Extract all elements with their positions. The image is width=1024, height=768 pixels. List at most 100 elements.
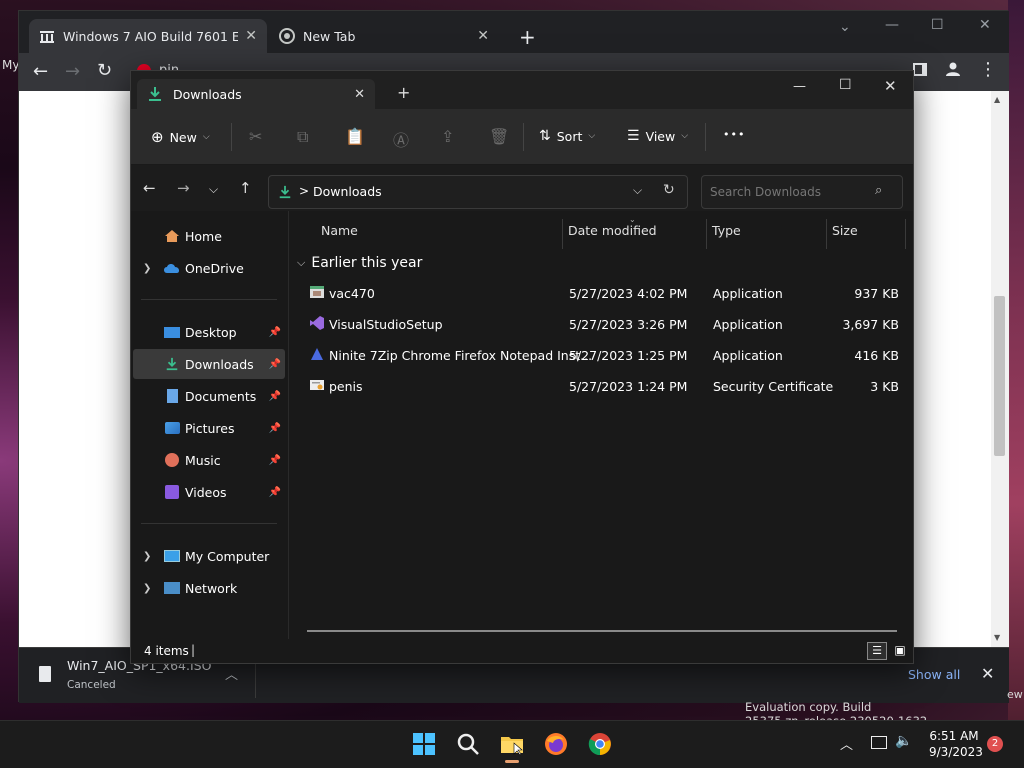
clock[interactable]: 6:51 AM 9/3/2023: [929, 729, 983, 759]
nav-network[interactable]: ❯ Network: [133, 573, 285, 603]
chevron-right-icon[interactable]: ❯: [143, 551, 151, 562]
chrome-tab-windows7[interactable]: Windows 7 AIO Build 7601 Englis ✕: [29, 19, 267, 53]
forward-icon[interactable]: →: [65, 61, 80, 82]
scrollbar-thumb[interactable]: [994, 296, 1005, 456]
search-icon[interactable]: [456, 732, 480, 756]
nav-label: Desktop: [185, 324, 237, 340]
pin-icon[interactable]: 📌: [269, 423, 281, 434]
pin-icon[interactable]: 📌: [269, 391, 281, 402]
nav-onedrive[interactable]: ❯ OneDrive: [133, 253, 285, 283]
nav-documents[interactable]: Documents 📌: [133, 381, 285, 411]
side-panel-icon[interactable]: [913, 63, 927, 76]
chevron-down-icon[interactable]: ⌵: [633, 183, 642, 198]
new-tab-button[interactable]: +: [397, 83, 410, 102]
nav-videos[interactable]: Videos 📌: [133, 477, 285, 507]
divider[interactable]: [905, 219, 906, 249]
column-size[interactable]: Size: [832, 223, 858, 238]
file-date: 5/27/2023 3:26 PM: [569, 317, 688, 332]
file-name: vac470: [329, 286, 375, 301]
chevron-right-icon[interactable]: ❯: [143, 583, 151, 594]
share-icon[interactable]: ⇪: [441, 127, 454, 146]
minimize-icon[interactable]: —: [793, 79, 806, 94]
breadcrumb-downloads[interactable]: Downloads: [313, 184, 382, 199]
notification-badge[interactable]: 2: [987, 736, 1003, 752]
chrome-tab-new[interactable]: New Tab ✕: [269, 19, 499, 53]
column-date-modified[interactable]: Date modified: [568, 223, 657, 238]
more-options-button[interactable]: •••: [723, 128, 745, 141]
new-tab-button[interactable]: +: [519, 25, 536, 49]
close-window-icon[interactable]: ✕: [979, 17, 991, 33]
nav-downloads[interactable]: Downloads 📌: [133, 349, 285, 379]
paste-icon[interactable]: 📋: [345, 127, 365, 146]
details-view-icon[interactable]: ☰: [867, 642, 887, 660]
nav-desktop[interactable]: Desktop 📌: [133, 317, 285, 347]
copy-icon[interactable]: ⧉: [297, 127, 308, 147]
minimize-icon[interactable]: —: [885, 17, 899, 33]
menu-icon[interactable]: ⋮: [979, 59, 997, 80]
view-button[interactable]: ☰ View ⌵: [627, 128, 688, 144]
back-icon[interactable]: ←: [143, 179, 156, 197]
show-all-link[interactable]: Show all: [908, 667, 960, 682]
volume-icon[interactable]: 🔈: [895, 733, 912, 749]
cut-icon[interactable]: ✂: [249, 127, 262, 146]
group-header[interactable]: ⌵ Earlier this year: [297, 255, 422, 271]
column-name[interactable]: Name: [321, 223, 358, 238]
file-row[interactable]: Ninite 7Zip Chrome Firefox Notepad Inst.…: [297, 340, 907, 371]
pin-icon[interactable]: 📌: [269, 327, 281, 338]
sort-button[interactable]: ⇅ Sort ⌵: [539, 128, 595, 144]
search-icon[interactable]: ⌕: [875, 183, 882, 198]
divider[interactable]: [706, 219, 707, 249]
tab-search-icon[interactable]: ⌄: [839, 19, 851, 35]
breadcrumb-separator: >: [299, 184, 310, 198]
file-row[interactable]: VisualStudioSetup 5/27/2023 3:26 PM Appl…: [297, 309, 907, 340]
close-icon[interactable]: ✕: [477, 28, 489, 44]
reload-icon[interactable]: ↻: [97, 60, 112, 81]
nav-my-computer[interactable]: ❯ My Computer: [133, 541, 285, 571]
scroll-down-icon[interactable]: ▼: [994, 633, 1000, 642]
up-icon[interactable]: ↑: [239, 179, 252, 197]
close-icon[interactable]: ✕: [354, 87, 365, 102]
back-icon[interactable]: ←: [33, 61, 48, 82]
profile-icon[interactable]: [945, 61, 961, 80]
divider: [141, 299, 277, 300]
recent-locations-icon[interactable]: ⌵: [209, 182, 218, 197]
new-label: New: [169, 129, 197, 145]
divider[interactable]: [826, 219, 827, 249]
nav-home[interactable]: Home: [133, 221, 285, 251]
column-type[interactable]: Type: [712, 223, 741, 238]
delete-icon[interactable]: 🗑: [489, 127, 509, 146]
explorer-tab-downloads[interactable]: Downloads ✕: [137, 79, 375, 109]
maximize-icon[interactable]: ☐: [931, 17, 944, 33]
start-icon[interactable]: [412, 732, 436, 756]
search-input[interactable]: [701, 175, 903, 209]
close-icon[interactable]: ✕: [245, 28, 257, 44]
horizontal-scrollbar[interactable]: [307, 630, 897, 632]
close-icon[interactable]: ✕: [981, 664, 994, 683]
tiles-view-icon[interactable]: ▣: [891, 642, 909, 660]
chevron-right-icon[interactable]: ❯: [143, 263, 151, 274]
file-row[interactable]: vac470 5/27/2023 4:02 PM Application 937…: [297, 278, 907, 309]
scroll-up-icon[interactable]: ▲: [994, 95, 1000, 104]
watermark-tail: ew: [1007, 688, 1023, 701]
refresh-icon[interactable]: ↻: [663, 182, 675, 198]
firefox-icon[interactable]: [544, 732, 568, 756]
rename-icon[interactable]: Ⓐ: [393, 127, 409, 151]
file-type: Application: [713, 317, 783, 332]
nav-music[interactable]: Music 📌: [133, 445, 285, 475]
file-explorer-icon[interactable]: [500, 732, 524, 756]
chrome-icon[interactable]: [588, 732, 612, 756]
pin-icon[interactable]: 📌: [269, 455, 281, 466]
new-button[interactable]: ⊕ New ⌵: [151, 128, 210, 146]
network-status-icon[interactable]: [871, 736, 887, 749]
close-window-icon[interactable]: ✕: [884, 77, 897, 95]
nav-pictures[interactable]: Pictures 📌: [133, 413, 285, 443]
pin-icon[interactable]: 📌: [269, 359, 281, 370]
pin-icon[interactable]: 📌: [269, 487, 281, 498]
chevron-up-icon[interactable]: ︿: [225, 664, 238, 683]
address-bar[interactable]: > Downloads ⌵ ↻: [268, 175, 688, 209]
divider[interactable]: [562, 219, 563, 249]
chevron-up-icon[interactable]: ︿: [840, 734, 853, 753]
forward-icon[interactable]: →: [177, 179, 190, 197]
file-row[interactable]: penis 5/27/2023 1:24 PM Security Certifi…: [297, 371, 907, 402]
maximize-icon[interactable]: ☐: [839, 77, 852, 93]
